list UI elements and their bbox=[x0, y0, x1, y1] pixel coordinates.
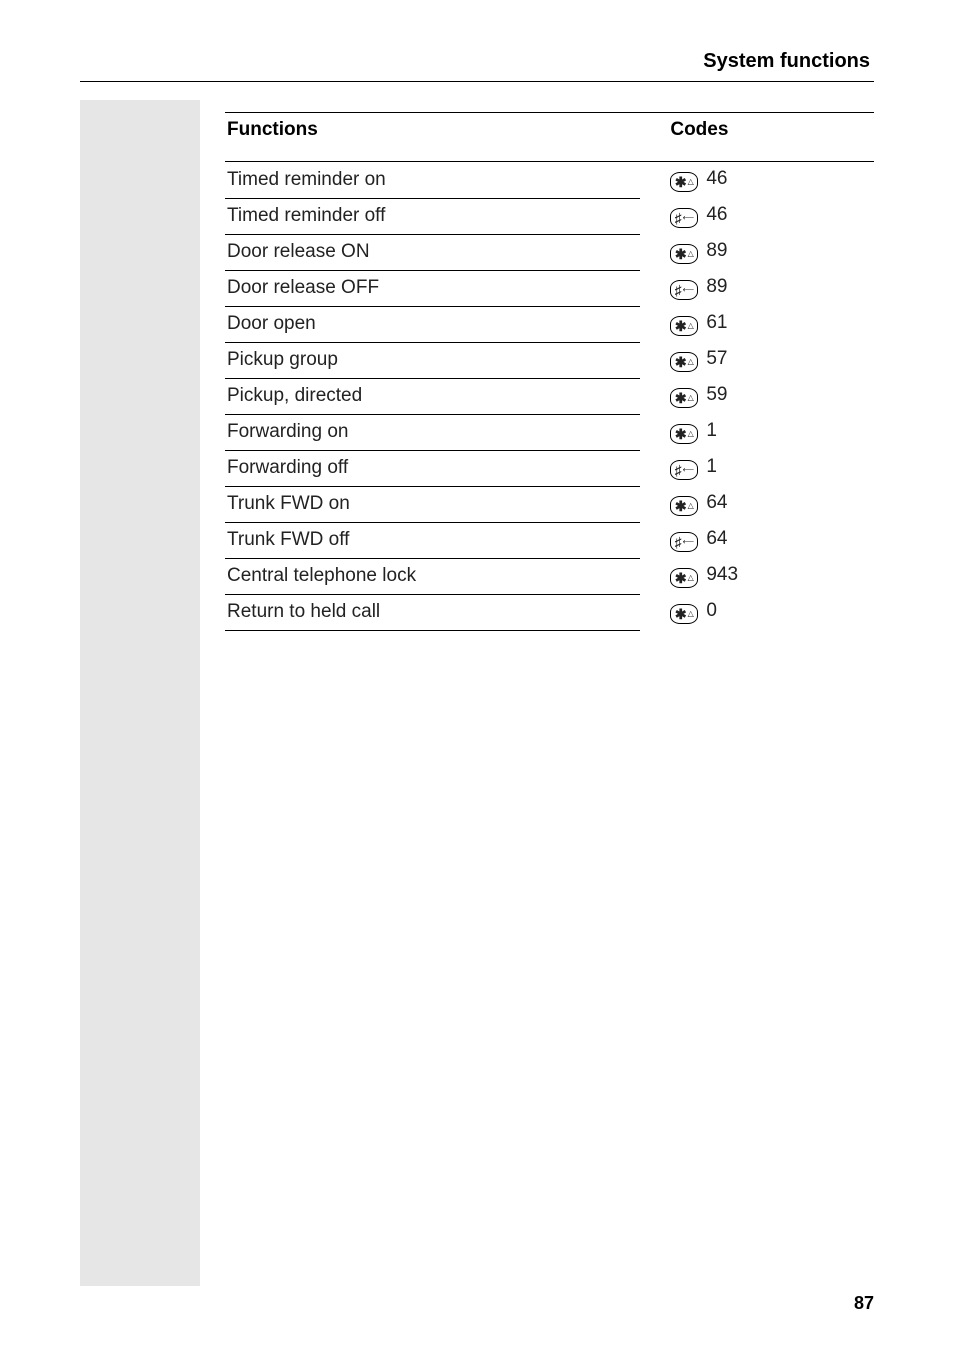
code-cell: ♯⟵ 64 bbox=[640, 522, 874, 558]
function-cell: Pickup group bbox=[225, 342, 640, 378]
table-row: Trunk FWD off ♯⟵ 64 bbox=[225, 522, 874, 558]
function-cell: Door release ON bbox=[225, 234, 640, 270]
code-value: 64 bbox=[706, 492, 727, 514]
code-cell: ♯⟵ 46 bbox=[640, 198, 874, 234]
table-row: Door open ✱△ 61 bbox=[225, 306, 874, 342]
sidebar-shade bbox=[80, 100, 200, 1286]
code-cell: ✱△ 59 bbox=[640, 378, 874, 414]
header-codes: Codes bbox=[640, 113, 874, 162]
table-row: Forwarding off ♯⟵ 1 bbox=[225, 450, 874, 486]
function-cell: Forwarding off bbox=[225, 450, 640, 486]
code-cell: ✱△ 61 bbox=[640, 306, 874, 342]
code-cell: ♯⟵ 89 bbox=[640, 270, 874, 306]
page: System functions Functions Codes Timed r… bbox=[0, 0, 954, 1352]
function-cell: Door open bbox=[225, 306, 640, 342]
code-cell: ✱△ 64 bbox=[640, 486, 874, 522]
code-cell: ✱△ 89 bbox=[640, 234, 874, 270]
page-number: 87 bbox=[854, 1293, 874, 1314]
star-key-icon: ✱△ bbox=[670, 496, 698, 516]
table-row: Pickup group ✱△ 57 bbox=[225, 342, 874, 378]
codes-table: Functions Codes Timed reminder on✱△46Tim… bbox=[225, 112, 874, 631]
table-row: Pickup, directed ✱△ 59 bbox=[225, 378, 874, 414]
code-value: 1 bbox=[706, 420, 717, 442]
hash-key-icon: ♯⟵ bbox=[670, 460, 698, 480]
table-row: Door release OFF ♯⟵ 89 bbox=[225, 270, 874, 306]
code-value: 0 bbox=[706, 600, 717, 622]
table-row: Door release ON ✱△ 89 bbox=[225, 234, 874, 270]
code-cell: ✱△ 943 bbox=[640, 558, 874, 594]
hash-key-icon: ♯⟵ bbox=[670, 532, 698, 552]
star-key-icon: ✱△ bbox=[670, 244, 698, 264]
page-header: System functions bbox=[80, 50, 874, 82]
table-row: Timed reminder on ✱△ 46 bbox=[225, 162, 874, 199]
code-value: 89 bbox=[706, 276, 727, 298]
table-row: Timed reminder off ♯⟵ 46 bbox=[225, 198, 874, 234]
function-cell: Trunk FWD off bbox=[225, 522, 640, 558]
code-cell: ✱△ 1 bbox=[640, 414, 874, 450]
star-key-icon: ✱△ bbox=[670, 568, 698, 588]
code-value: 59 bbox=[706, 384, 727, 406]
star-key-icon: ✱△ bbox=[670, 172, 698, 192]
code-cell: ✱△ 46 bbox=[640, 162, 874, 199]
code-value: 61 bbox=[706, 312, 727, 334]
code-value: 1 bbox=[706, 456, 717, 478]
code-value: 943 bbox=[706, 564, 738, 586]
function-cell: Central telephone lock bbox=[225, 558, 640, 594]
content-area: Functions Codes Timed reminder on✱△46Tim… bbox=[225, 112, 874, 631]
function-cell: Forwarding on bbox=[225, 414, 640, 450]
code-value: 46 bbox=[706, 168, 727, 190]
function-cell: Door release OFF bbox=[225, 270, 640, 306]
table-row: Return to held call ✱△ 0 bbox=[225, 594, 874, 630]
code-cell: ✱△ 57 bbox=[640, 342, 874, 378]
hash-key-icon: ♯⟵ bbox=[670, 280, 698, 300]
star-key-icon: ✱△ bbox=[670, 316, 698, 336]
table-row: Forwarding on ✱△ 1 bbox=[225, 414, 874, 450]
header-divider bbox=[80, 81, 874, 82]
code-value: 64 bbox=[706, 528, 727, 550]
table-row: Trunk FWD on ✱△ 64 bbox=[225, 486, 874, 522]
code-cell: ♯⟵ 1 bbox=[640, 450, 874, 486]
code-value: 89 bbox=[706, 240, 727, 262]
star-key-icon: ✱△ bbox=[670, 388, 698, 408]
function-cell: Timed reminder off bbox=[225, 198, 640, 234]
star-key-icon: ✱△ bbox=[670, 424, 698, 444]
function-cell: Trunk FWD on bbox=[225, 486, 640, 522]
function-cell: Return to held call bbox=[225, 594, 640, 630]
star-key-icon: ✱△ bbox=[670, 604, 698, 624]
function-cell: Timed reminder on bbox=[225, 162, 640, 199]
hash-key-icon: ♯⟵ bbox=[670, 208, 698, 228]
table-header-row: Functions Codes bbox=[225, 113, 874, 162]
section-title: System functions bbox=[80, 50, 874, 73]
table-row: Central telephone lock ✱△ 943 bbox=[225, 558, 874, 594]
code-value: 46 bbox=[706, 204, 727, 226]
header-functions: Functions bbox=[225, 113, 640, 162]
star-key-icon: ✱△ bbox=[670, 352, 698, 372]
function-cell: Pickup, directed bbox=[225, 378, 640, 414]
code-cell: ✱△ 0 bbox=[640, 594, 874, 630]
code-value: 57 bbox=[706, 348, 727, 370]
